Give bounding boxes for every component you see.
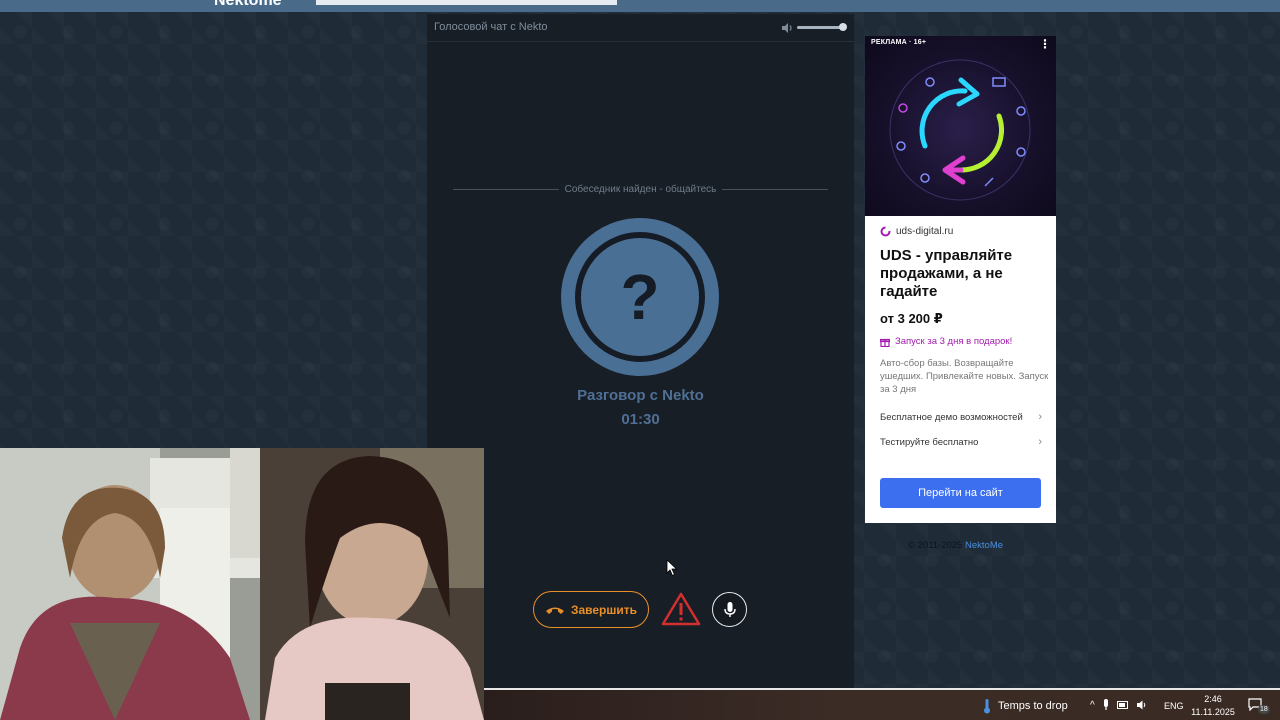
- notification-count: 18: [1258, 705, 1270, 714]
- ad-image[interactable]: РЕКЛАМА · 16+ ⋮: [865, 36, 1056, 216]
- call-timer: 01:30: [621, 411, 660, 428]
- volume-slider-handle[interactable]: [839, 23, 847, 31]
- tray-chevron-icon[interactable]: ^: [1090, 700, 1095, 711]
- language-indicator[interactable]: ENG: [1164, 701, 1184, 711]
- connection-status: Собеседник найден - общайтесь: [453, 183, 828, 195]
- partner-name: Разговор с Nekto: [577, 387, 704, 404]
- status-text: Собеседник найден - общайтесь: [564, 183, 717, 195]
- ad-banner[interactable]: РЕКЛАМА · 16+ ⋮ uds-digital.ru UDS - упр…: [865, 36, 1056, 523]
- end-call-label: Завершить: [570, 602, 638, 617]
- thermometer-icon: [984, 699, 990, 714]
- question-mark-icon: ?: [587, 244, 693, 350]
- clock-time: 2:46: [1204, 694, 1222, 704]
- ad-promo: Запуск за 3 дня в подарок!: [895, 336, 1013, 347]
- partner-avatar: ?: [561, 218, 719, 376]
- footer-brand-link[interactable]: NektoMe: [965, 540, 1003, 551]
- microphone-icon: [723, 601, 736, 617]
- clock[interactable]: 2:46 11.11.2025: [1189, 693, 1237, 719]
- microphone-tray-icon[interactable]: [1102, 699, 1110, 711]
- site-header: Nektome: [0, 0, 1280, 12]
- speaker-icon[interactable]: [1136, 700, 1148, 710]
- weather-text: Temps to drop: [998, 700, 1068, 712]
- chevron-right-icon: ›: [1038, 411, 1042, 423]
- volume-slider[interactable]: [797, 26, 845, 29]
- weather-widget[interactable]: Temps to drop: [982, 698, 1068, 714]
- system-tray: ^: [1090, 699, 1148, 711]
- header-search-bar[interactable]: [316, 0, 617, 5]
- status-divider-left: [453, 188, 559, 190]
- refresh-arrows-icon: [889, 59, 1031, 201]
- ad-link-demo[interactable]: Бесплатное демо возможностей ›: [880, 410, 1042, 424]
- hang-up-phone-icon: [545, 607, 564, 614]
- notification-center-button[interactable]: 18: [1248, 698, 1270, 714]
- webcam-overlay: [0, 448, 484, 720]
- ad-link-label: Тестируйте бесплатно: [880, 436, 979, 448]
- chevron-right-icon: ›: [1038, 436, 1042, 448]
- ad-description: Авто-сбор базы. Возвращайте ушедших. При…: [880, 358, 1049, 395]
- windows-taskbar: Temps to drop ^ ENG 2:46 11.11.2025 18: [484, 688, 1280, 720]
- battery-icon[interactable]: [1116, 700, 1129, 710]
- ad-headline[interactable]: UDS - управляйте продажами, а не гадайте: [880, 247, 1046, 301]
- clock-date: 11.11.2025: [1191, 707, 1235, 717]
- uds-logo-icon: [880, 226, 891, 237]
- webcam-feed: [0, 448, 484, 720]
- ad-promo-row: Запуск за 3 дня в подарок!: [880, 336, 1012, 347]
- voice-chat-panel: Голосовой чат с Nekto Собеседник найден …: [427, 14, 854, 688]
- mouse-cursor-icon: [666, 559, 678, 577]
- chat-header: Голосовой чат с Nekto: [427, 14, 854, 42]
- avatar-ring: ?: [575, 232, 705, 362]
- ad-link-label: Бесплатное демо возможностей: [880, 411, 1023, 423]
- ad-visit-site-button[interactable]: Перейти на сайт: [880, 478, 1041, 508]
- report-warning-icon[interactable]: [661, 591, 701, 627]
- ad-link-trial[interactable]: Тестируйте бесплатно ›: [880, 435, 1042, 449]
- chat-title: Голосовой чат с Nekto: [434, 21, 548, 33]
- ad-domain-row[interactable]: uds-digital.ru: [880, 226, 953, 237]
- gift-icon: [880, 338, 890, 347]
- end-call-button[interactable]: Завершить: [533, 591, 649, 628]
- copyright-text: © 2011-2025: [908, 540, 966, 551]
- ad-price: от 3 200 ₽: [880, 311, 943, 326]
- footer-copyright: © 2011-2025 NektoMe: [908, 540, 1003, 551]
- status-divider-right: [722, 188, 828, 190]
- volume-icon[interactable]: [780, 21, 794, 35]
- ad-domain: uds-digital.ru: [896, 226, 954, 237]
- microphone-button[interactable]: [712, 592, 747, 627]
- site-logo[interactable]: Nektome: [214, 0, 282, 10]
